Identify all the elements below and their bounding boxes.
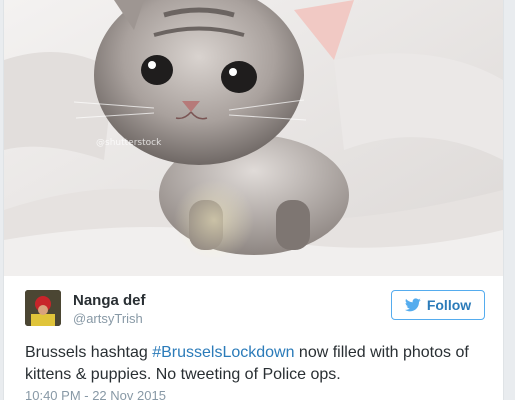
tweet-photo[interactable]: @shutterstock — [4, 0, 503, 276]
tweet-timestamp[interactable]: 10:40 PM - 22 Nov 2015 — [25, 388, 166, 400]
tweet-header: Nanga def @artsyTrish Follow — [25, 290, 485, 330]
tweet-text: Brussels hashtag #BrusselsLockdown now f… — [25, 342, 495, 386]
avatar-icon[interactable] — [25, 290, 61, 326]
photo-watermark: @shutterstock — [96, 138, 162, 148]
follow-label: Follow — [426, 297, 472, 313]
hashtag-link[interactable]: #BrusselsLockdown — [152, 344, 294, 361]
user-names: Nanga def @artsyTrish — [73, 292, 146, 328]
display-name[interactable]: Nanga def — [73, 292, 146, 310]
follow-button[interactable]: Follow — [391, 290, 485, 320]
kitten-photo — [4, 0, 503, 276]
tweet-card: @shutterstock Nanga def @artsyTrish Foll… — [3, 0, 504, 400]
user-handle[interactable]: @artsyTrish — [73, 310, 146, 328]
twitter-bird-icon — [404, 298, 421, 312]
tweet-text-start: Brussels hashtag — [25, 344, 153, 361]
